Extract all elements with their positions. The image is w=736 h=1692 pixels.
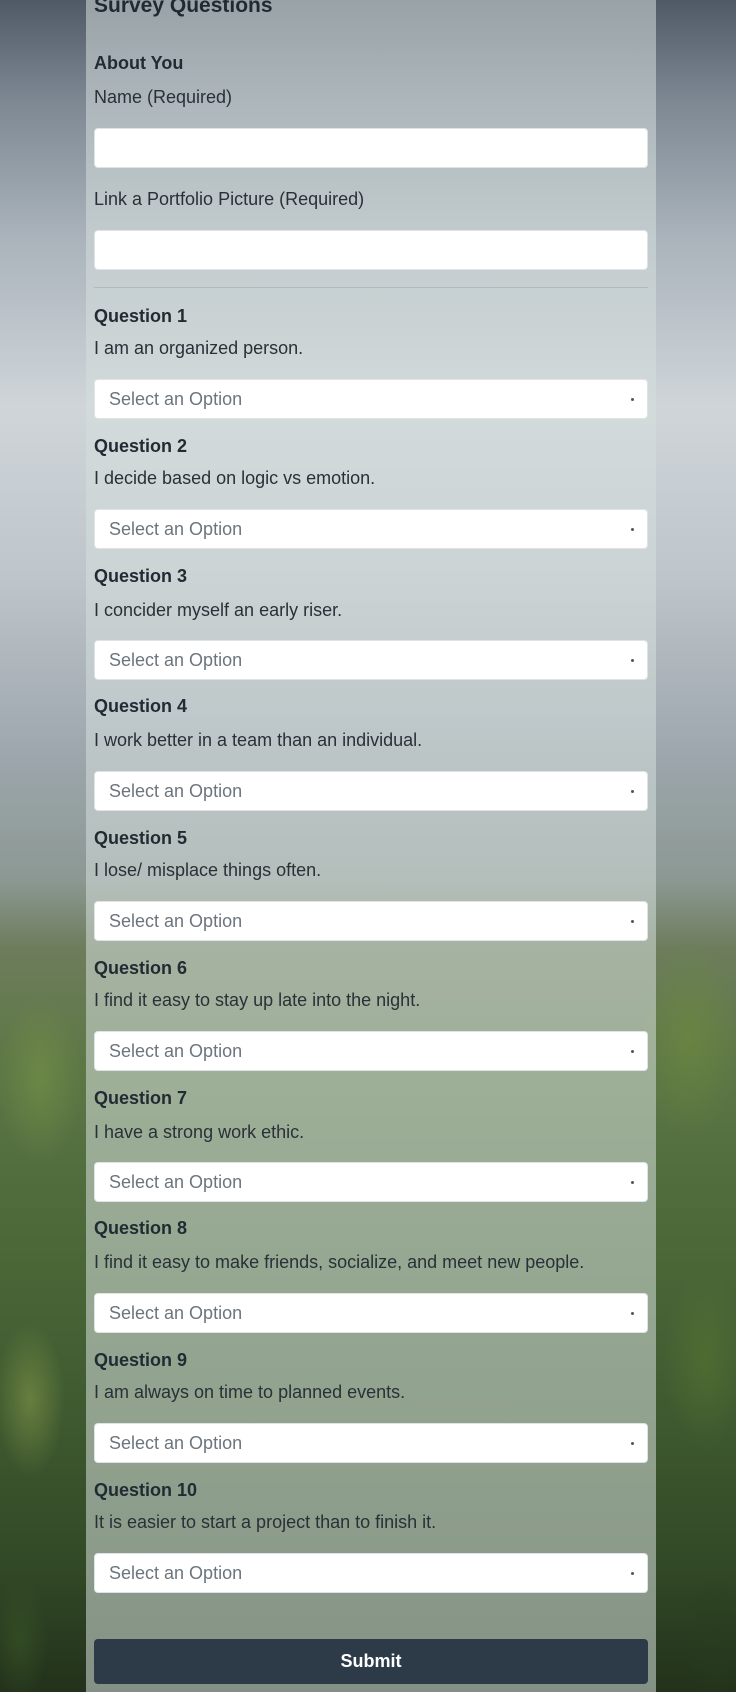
question-7-select[interactable]: Select an Option	[94, 1162, 648, 1202]
chevron-down-icon	[631, 1572, 634, 1575]
question-1-text: I am an organized person.	[94, 338, 304, 358]
select-placeholder: Select an Option	[109, 911, 243, 931]
select-placeholder: Select an Option	[109, 1433, 243, 1453]
question-6-text: I find it easy to stay up late into the …	[94, 990, 421, 1010]
question-2-heading: Question 2	[94, 436, 188, 456]
question-4-select[interactable]: Select an Option	[94, 771, 648, 811]
select-placeholder: Select an Option	[109, 1303, 243, 1323]
select-placeholder: Select an Option	[109, 781, 243, 801]
question-5-heading: Question 5	[94, 828, 188, 848]
question-5-text: I lose/ misplace things often.	[94, 860, 322, 880]
question-9-text: I am always on time to planned events.	[94, 1382, 406, 1402]
question-10-text: It is easier to start a project than to …	[94, 1512, 437, 1532]
question-9-select[interactable]: Select an Option	[94, 1423, 648, 1463]
question-2-select[interactable]: Select an Option	[94, 509, 648, 549]
chevron-down-icon	[631, 398, 634, 401]
question-3-heading: Question 3	[94, 566, 188, 586]
section-divider	[94, 287, 648, 288]
question-8-text: I find it easy to make friends, socializ…	[94, 1252, 585, 1272]
question-9-heading: Question 9	[94, 1350, 188, 1370]
question-6-select[interactable]: Select an Option	[94, 1031, 648, 1071]
question-1-select[interactable]: Select an Option	[94, 379, 648, 419]
chevron-down-icon	[631, 659, 634, 662]
chevron-down-icon	[631, 1181, 634, 1184]
question-4-heading: Question 4	[94, 696, 188, 716]
select-placeholder: Select an Option	[109, 389, 243, 409]
question-3-select[interactable]: Select an Option	[94, 640, 648, 680]
question-6-heading: Question 6	[94, 958, 188, 978]
question-8-select[interactable]: Select an Option	[94, 1293, 648, 1333]
chevron-down-icon	[631, 528, 634, 531]
chevron-down-icon	[631, 1050, 634, 1053]
name-label: Name (Required)	[94, 87, 233, 107]
portfolio-label: Link a Portfolio Picture (Required)	[94, 189, 365, 209]
about-you-heading: About You	[94, 53, 184, 73]
question-3-text: I concider myself an early riser.	[94, 600, 343, 620]
question-2-text: I decide based on logic vs emotion.	[94, 468, 376, 488]
chevron-down-icon	[631, 1312, 634, 1315]
question-7-heading: Question 7	[94, 1088, 188, 1108]
question-7-text: I have a strong work ethic.	[94, 1122, 305, 1142]
page-title: Survey Questions	[94, 0, 273, 17]
question-8-heading: Question 8	[94, 1218, 188, 1238]
portfolio-input[interactable]	[94, 230, 648, 270]
question-10-select[interactable]: Select an Option	[94, 1553, 648, 1593]
question-5-select[interactable]: Select an Option	[94, 901, 648, 941]
select-placeholder: Select an Option	[109, 650, 243, 670]
select-placeholder: Select an Option	[109, 1041, 243, 1061]
chevron-down-icon	[631, 790, 634, 793]
question-1-heading: Question 1	[94, 306, 188, 326]
select-placeholder: Select an Option	[109, 1563, 243, 1583]
select-placeholder: Select an Option	[109, 519, 243, 539]
chevron-down-icon	[631, 1442, 634, 1445]
name-input[interactable]	[94, 128, 648, 168]
select-placeholder: Select an Option	[109, 1172, 243, 1192]
submit-button[interactable]: Submit	[94, 1639, 648, 1684]
chevron-down-icon	[631, 920, 634, 923]
question-4-text: I work better in a team than an individu…	[94, 730, 423, 750]
question-10-heading: Question 10	[94, 1480, 198, 1500]
